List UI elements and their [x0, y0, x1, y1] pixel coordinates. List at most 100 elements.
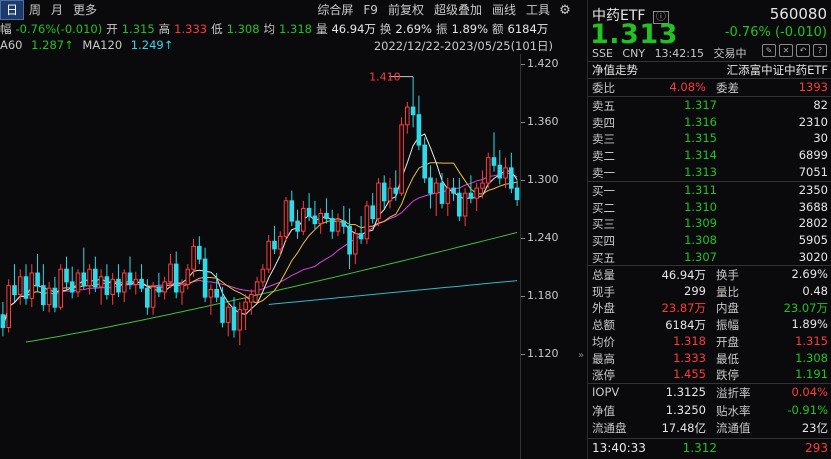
chart-toolbar: 日 周 月 更多 综合屏 F9 前复权 超级叠加 画线 工具 ⚙: [0, 0, 575, 20]
candle-body: [277, 235, 283, 250]
amount-label: 额: [492, 22, 504, 36]
bid-volume: 3020: [798, 249, 828, 264]
quote-panel: 中药ETF ⓘ 560080 1.313 -0.76% (-0.010) SSE…: [587, 0, 831, 459]
amp-label: 振: [435, 22, 448, 36]
weibi-label: 委比: [592, 81, 615, 95]
candle-body: [451, 187, 456, 194]
candle-body: [41, 285, 46, 306]
ma60-value: 1.287↑: [31, 38, 74, 52]
fund-stat-label: 流通盘: [592, 421, 627, 435]
nav-label[interactable]: 净值走势: [592, 62, 638, 78]
candle-body: [260, 268, 266, 283]
bid-label: 买一: [592, 184, 615, 198]
candle-body: [191, 245, 196, 270]
tab-weekly[interactable]: 周: [24, 0, 46, 20]
trading-status: 交易中: [713, 47, 747, 60]
stat-label: 跌停: [716, 368, 739, 383]
bid-row: 买二 1.310 3688: [588, 200, 831, 217]
stat-value: 1.455: [673, 367, 706, 382]
f9-button[interactable]: F9: [358, 0, 383, 20]
kline-info-bar: 幅 -0.76%(-0.010) 开 1.315 高 1.333 低 1.308…: [0, 20, 575, 38]
stat-row: 总量 46.94万 换手 2.69%: [588, 267, 831, 284]
candle-body: [116, 278, 121, 293]
ask-volume: 7051: [798, 164, 828, 179]
stat-value: 1.89%: [791, 317, 828, 332]
ask-price: 1.317: [684, 98, 717, 112]
bid-volume: 2350: [798, 183, 828, 197]
candle-body: [503, 167, 508, 179]
candle-body: [29, 272, 35, 299]
tab-daily[interactable]: 日: [0, 0, 25, 20]
change-value: -0.76%(-0.010): [15, 22, 103, 36]
candle-body: [150, 286, 156, 308]
candle-body: [324, 213, 329, 220]
turnover-label: 换: [379, 22, 392, 36]
back-icon[interactable]: ↶: [796, 44, 810, 57]
bid-price: 1.310: [684, 199, 717, 214]
nav-row[interactable]: 净值走势 汇添富中证中药ETF: [588, 61, 831, 79]
candle-body: [168, 263, 173, 283]
candle-body: [387, 187, 393, 202]
help-icon[interactable]: ?: [813, 44, 827, 57]
avg-value: 1.318: [279, 22, 312, 36]
stat-label: 开盘: [716, 334, 739, 349]
bid-volume: 5905: [798, 233, 828, 248]
stat-row: 均价 1.318 开盘 1.315: [588, 334, 831, 351]
fund-stat-value: 23亿: [801, 421, 828, 435]
candle-body: [139, 278, 144, 289]
open-value: 1.315: [121, 22, 155, 36]
candle-body: [127, 272, 133, 285]
stat-value: 1.333: [673, 350, 706, 365]
price-axis: 1.420 1.360 1.300 1.240 1.180 1.120: [520, 54, 575, 459]
ma120-value: 1.249↑: [130, 38, 174, 52]
bid-label: 买四: [592, 234, 615, 249]
forward-adjust-button[interactable]: 前复权: [383, 0, 429, 20]
fund-stat-value: -0.91%: [787, 402, 828, 417]
candle-body: [445, 187, 451, 204]
tab-more[interactable]: 更多: [68, 0, 102, 20]
super-overlay-button[interactable]: 超级叠加: [429, 0, 487, 20]
close-icon[interactable]: ✕: [779, 44, 793, 57]
stat-row: 外盘 23.87万 内盘 23.07万: [588, 300, 831, 317]
bid-volume: 3688: [798, 199, 828, 214]
candle-body: [64, 268, 69, 283]
bid-price: 1.307: [684, 249, 717, 264]
fund-stat-value: 17.48亿: [661, 421, 706, 435]
low-label: 低: [211, 22, 223, 36]
ask-price: 1.316: [684, 114, 717, 129]
ask-label: 卖二: [592, 149, 615, 164]
vol-label: 量: [315, 22, 328, 36]
candlestick-chart[interactable]: 1.410: [0, 54, 520, 459]
kline-panel[interactable]: 日 周 月 更多 综合屏 F9 前复权 超级叠加 画线 工具 ⚙ 幅 -0.76…: [0, 0, 575, 459]
collapse-icon[interactable]: »: [576, 340, 586, 370]
bid-row: 买三 1.309 2802: [588, 216, 831, 233]
quote-subline: SSE CNY 13:42:15 交易中: [592, 45, 752, 61]
ask-price: 1.314: [684, 148, 717, 163]
stat-value: 23.87万: [661, 301, 706, 316]
high-label: 高: [158, 22, 171, 36]
candle-body: [243, 301, 248, 311]
ask-price: 1.313: [684, 164, 717, 179]
bid-volume: 2802: [798, 216, 828, 231]
tools-button[interactable]: 工具: [521, 0, 555, 20]
tab-monthly[interactable]: 月: [46, 0, 68, 20]
candle-body: [347, 225, 352, 255]
fund-stat-label: 贴水率: [716, 403, 751, 418]
fund-stat-value: 1.3250: [665, 402, 706, 417]
price-change: -0.76% (-0.010): [724, 25, 827, 40]
stat-value: 23.07万: [783, 301, 828, 316]
candle-body: [52, 287, 58, 308]
fund-stat-value: 1.3125: [665, 385, 706, 399]
draw-line-button[interactable]: 画线: [487, 0, 521, 20]
amount-value: 6184万: [507, 22, 549, 36]
candle-body: [266, 240, 271, 270]
composite-screen-button[interactable]: 综合屏: [312, 0, 358, 20]
stat-row: 现手 299 量比 0.48: [588, 284, 831, 301]
bid-price: 1.311: [684, 183, 717, 197]
candle-body: [410, 106, 416, 116]
vol-value: 46.94万: [331, 22, 376, 36]
candle-body: [133, 278, 139, 285]
candle-body: [370, 205, 375, 220]
gear-icon[interactable]: ⚙: [555, 0, 575, 20]
edit-icon[interactable]: ✎: [762, 44, 776, 57]
